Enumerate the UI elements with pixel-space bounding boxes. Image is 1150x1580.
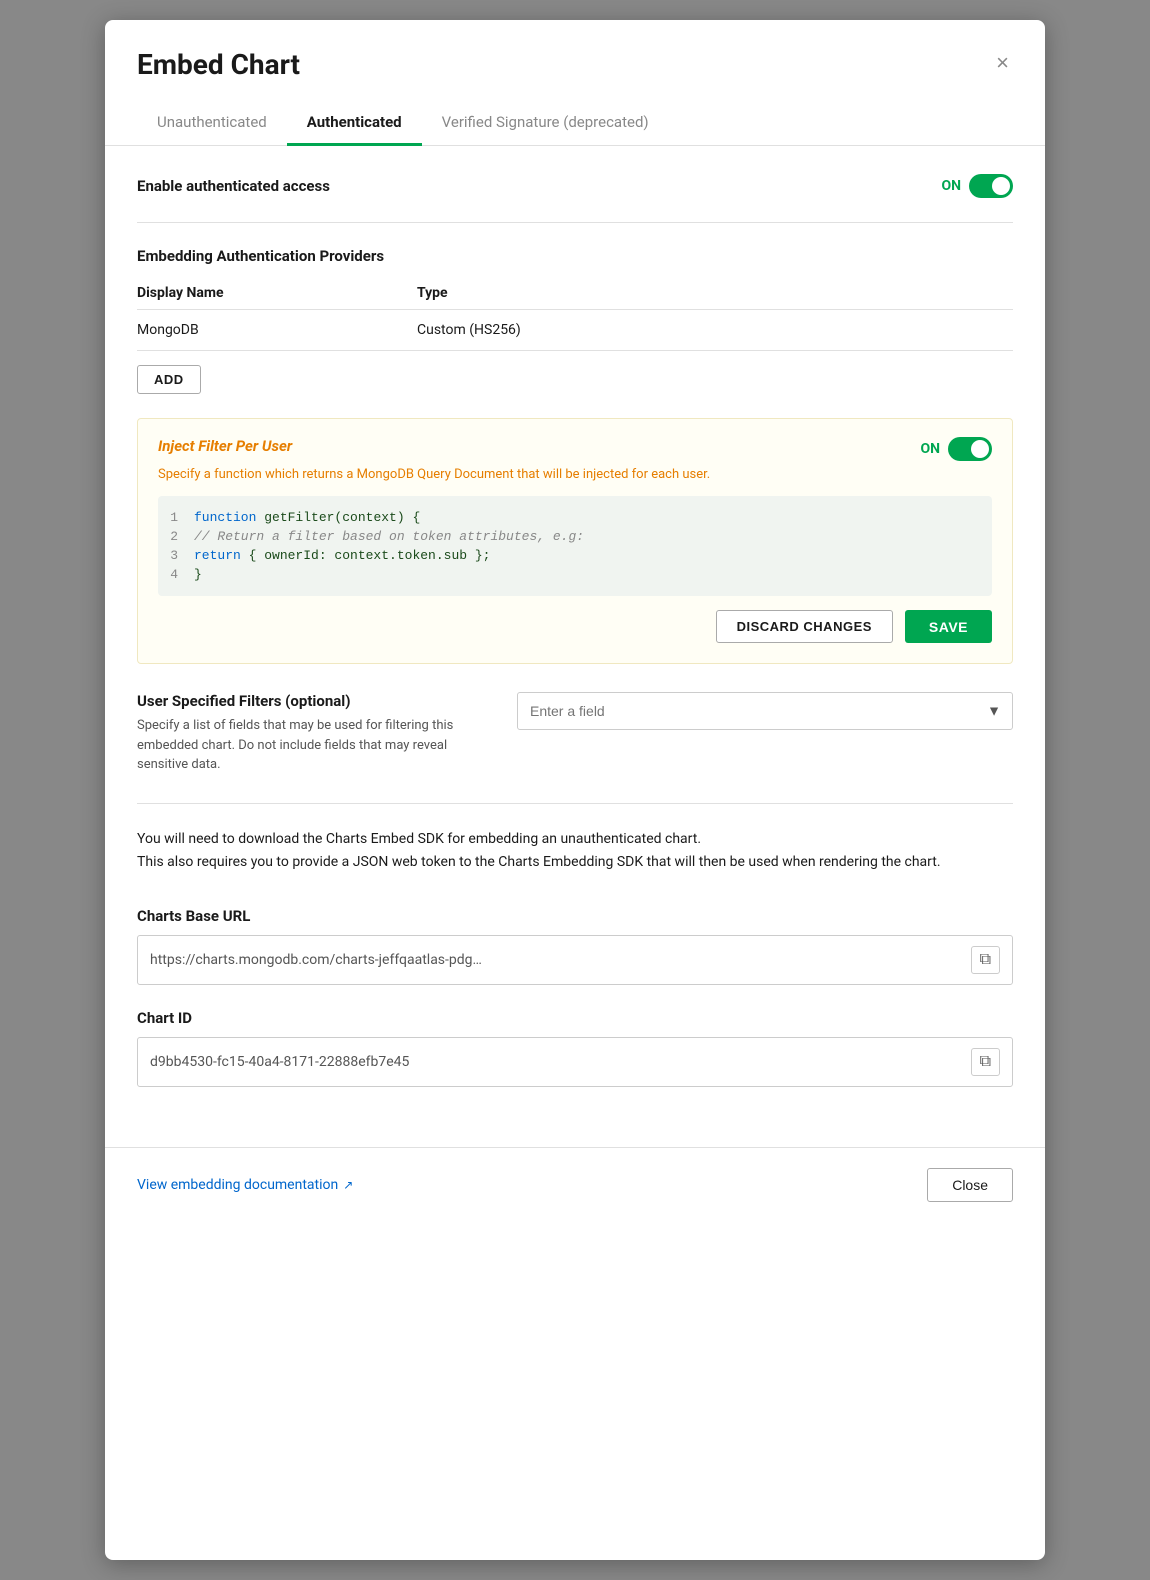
inject-filter-section: Inject Filter Per User ON Specify a func… bbox=[137, 418, 1013, 664]
modal-footer: View embedding documentation ↗ Close bbox=[105, 1147, 1045, 1202]
charts-base-url-field: https://charts.mongodb.com/charts-jeffqa… bbox=[137, 935, 1013, 985]
inject-filter-toggle[interactable] bbox=[948, 437, 992, 461]
field-input-wrapper: ▼ bbox=[517, 692, 1013, 730]
modal-content: Enable authenticated access ON Embedding… bbox=[105, 146, 1045, 1139]
authenticated-access-label: Enable authenticated access bbox=[137, 177, 330, 195]
tab-authenticated[interactable]: Authenticated bbox=[287, 101, 422, 146]
authenticated-access-toggle-wrapper: ON bbox=[941, 174, 1013, 198]
inject-filter-title: Inject Filter Per User bbox=[158, 437, 292, 455]
user-filters-section: User Specified Filters (optional) Specif… bbox=[137, 692, 1013, 775]
inject-toggle-slider bbox=[948, 437, 992, 461]
charts-base-url-value: https://charts.mongodb.com/charts-jeffqa… bbox=[150, 952, 963, 968]
divider-1 bbox=[137, 222, 1013, 223]
modal-header: Embed Chart × bbox=[105, 20, 1045, 81]
code-line-2: 2 // Return a filter based on token attr… bbox=[158, 527, 992, 546]
charts-base-url-copy-button[interactable]: ⧉ bbox=[971, 946, 1000, 974]
providers-section: Embedding Authentication Providers Displ… bbox=[137, 247, 1013, 394]
provider-display-name: MongoDB bbox=[137, 310, 417, 351]
authenticated-access-on-label: ON bbox=[941, 178, 961, 194]
line-num-4: 4 bbox=[158, 567, 194, 582]
sdk-info-line1: You will need to download the Charts Emb… bbox=[137, 828, 1013, 852]
authenticated-access-row: Enable authenticated access ON bbox=[137, 174, 1013, 198]
doc-link-label: View embedding documentation bbox=[137, 1177, 338, 1193]
line-content-2: // Return a filter based on token attrib… bbox=[194, 529, 584, 544]
user-filters-description: Specify a list of fields that may be use… bbox=[137, 716, 477, 775]
tab-bar: Unauthenticated Authenticated Verified S… bbox=[105, 101, 1045, 146]
user-filters-left: User Specified Filters (optional) Specif… bbox=[137, 692, 477, 775]
provider-row: MongoDB Custom (HS256) bbox=[137, 310, 1013, 351]
discard-changes-button[interactable]: DISCARD CHANGES bbox=[716, 610, 893, 643]
toggle-slider bbox=[969, 174, 1013, 198]
code-line-1: 1 function getFilter(context) { bbox=[158, 508, 992, 527]
charts-base-url-label: Charts Base URL bbox=[137, 907, 1013, 925]
field-input[interactable] bbox=[517, 692, 1013, 730]
external-link-icon: ↗ bbox=[343, 1178, 353, 1192]
inject-toggle-wrapper: ON bbox=[920, 437, 992, 461]
tab-verified-signature[interactable]: Verified Signature (deprecated) bbox=[422, 101, 669, 146]
authenticated-access-toggle[interactable] bbox=[969, 174, 1013, 198]
line-num-1: 1 bbox=[158, 510, 194, 525]
code-line-3: 3 return { ownerId: context.token.sub }; bbox=[158, 546, 992, 565]
inject-actions: DISCARD CHANGES SAVE bbox=[158, 610, 992, 643]
providers-table: Display Name Type MongoDB Custom (HS256) bbox=[137, 277, 1013, 351]
user-filters-title: User Specified Filters (optional) bbox=[137, 692, 477, 710]
save-button[interactable]: SAVE bbox=[905, 610, 992, 643]
inject-on-label: ON bbox=[920, 441, 940, 457]
chart-id-value: d9bb4530-fc15-40a4-8171-22888efb7e45 bbox=[150, 1054, 963, 1070]
line-content-3: return { ownerId: context.token.sub }; bbox=[194, 548, 490, 563]
add-provider-button[interactable]: ADD bbox=[137, 365, 201, 394]
line-num-2: 2 bbox=[158, 529, 194, 544]
col-display-name: Display Name bbox=[137, 277, 417, 310]
modal-title: Embed Chart bbox=[137, 48, 300, 81]
close-x-button[interactable]: × bbox=[992, 48, 1013, 78]
chart-id-label: Chart ID bbox=[137, 1009, 1013, 1027]
chart-id-section: Chart ID d9bb4530-fc15-40a4-8171-22888ef… bbox=[137, 1009, 1013, 1087]
inject-header: Inject Filter Per User ON bbox=[158, 437, 992, 461]
sdk-info: You will need to download the Charts Emb… bbox=[137, 828, 1013, 876]
view-docs-link[interactable]: View embedding documentation ↗ bbox=[137, 1177, 353, 1193]
provider-type: Custom (HS256) bbox=[417, 310, 1013, 351]
line-content-1: function getFilter(context) { bbox=[194, 510, 420, 525]
tab-unauthenticated[interactable]: Unauthenticated bbox=[137, 101, 287, 146]
line-num-3: 3 bbox=[158, 548, 194, 563]
code-line-4: 4 } bbox=[158, 565, 992, 584]
line-content-4: } bbox=[194, 567, 202, 582]
providers-title: Embedding Authentication Providers bbox=[137, 247, 1013, 265]
close-modal-button[interactable]: Close bbox=[927, 1168, 1013, 1202]
inject-filter-description: Specify a function which returns a Mongo… bbox=[158, 467, 992, 482]
charts-base-url-section: Charts Base URL https://charts.mongodb.c… bbox=[137, 907, 1013, 985]
embed-chart-modal: Embed Chart × Unauthenticated Authentica… bbox=[105, 20, 1045, 1560]
col-type: Type bbox=[417, 277, 1013, 310]
chart-id-field: d9bb4530-fc15-40a4-8171-22888efb7e45 ⧉ bbox=[137, 1037, 1013, 1087]
sdk-info-line2: This also requires you to provide a JSON… bbox=[137, 851, 1013, 875]
divider-2 bbox=[137, 803, 1013, 804]
code-editor[interactable]: 1 function getFilter(context) { 2 // Ret… bbox=[158, 496, 992, 596]
chart-id-copy-button[interactable]: ⧉ bbox=[971, 1048, 1000, 1076]
